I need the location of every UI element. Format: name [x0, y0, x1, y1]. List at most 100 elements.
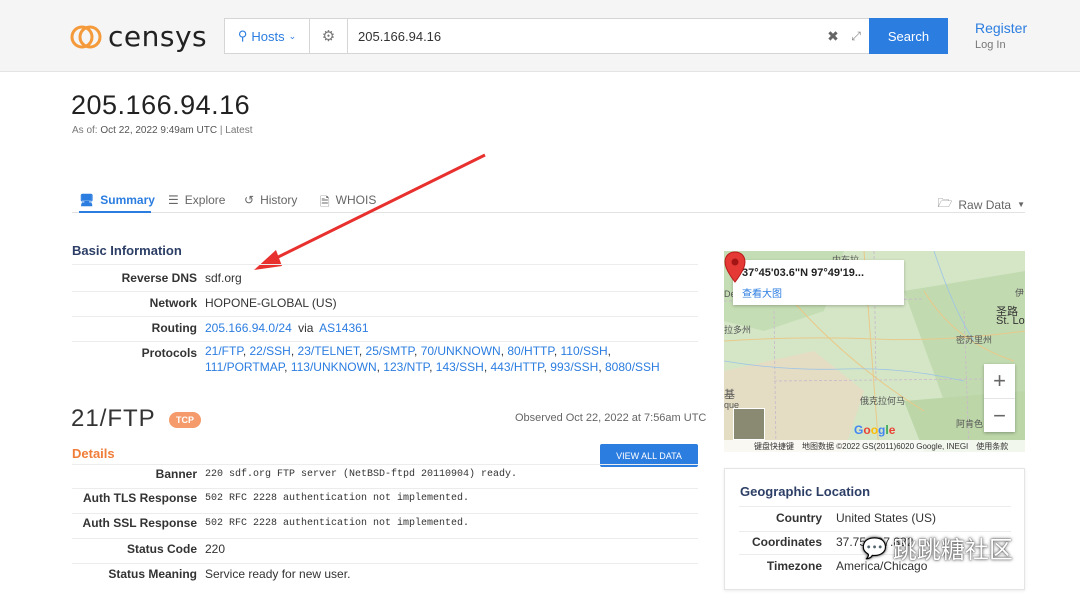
basic-info-title: Basic Information	[72, 243, 182, 258]
tab-summary-label: Summary	[100, 193, 155, 207]
terms-link[interactable]: 使用条款	[976, 441, 1008, 452]
host-tabs: 🖥 Summary ☰ Explore ↺ History 🗎 WHOIS 🗁 …	[72, 186, 1025, 213]
routing-row: Routing 205.166.94.0/24 via AS14361	[72, 316, 698, 341]
map-zoom-control: + −	[984, 364, 1015, 432]
wechat-icon: 💬	[862, 535, 887, 560]
register-link[interactable]: Register	[975, 20, 1027, 36]
tab-explore[interactable]: ☰ Explore	[168, 186, 225, 213]
protocol-link[interactable]: 8080/SSH	[605, 360, 660, 374]
routing-label: Routing	[151, 321, 197, 335]
protocol-link[interactable]: 123/NTP	[383, 360, 429, 374]
protocol-link[interactable]: 80/HTTP	[507, 344, 553, 358]
as-of-date: Oct 22, 2022 9:49am UTC	[100, 125, 218, 136]
as-of-prefix: As of:	[72, 125, 98, 136]
search-icon: ⚲	[237, 28, 248, 43]
page-title: 205.166.94.16	[71, 90, 251, 120]
folder-icon: 🗁	[937, 196, 953, 210]
search-button[interactable]: Search	[869, 18, 948, 54]
map-label: St. Lo	[996, 315, 1025, 327]
routing-value: 205.166.94.0/24 via AS14361	[205, 321, 369, 335]
censys-logo[interactable]: censys	[70, 20, 207, 53]
google-logo: Google	[854, 423, 896, 437]
network-row: Network HOPONE-GLOBAL (US)	[72, 291, 698, 316]
country-row: Country United States (US)	[739, 506, 1011, 531]
status-meaning-value: Service ready for new user.	[205, 567, 351, 581]
auth-ssl-row: Auth SSL Response 502 RFC 2228 authentic…	[72, 513, 698, 538]
coordinates-label: Coordinates	[751, 535, 822, 549]
zoom-out-button[interactable]: −	[984, 398, 1015, 432]
raw-data-label: Raw Data	[958, 197, 1012, 212]
status-code-row: Status Code 220	[72, 538, 698, 563]
country-value: United States (US)	[836, 511, 937, 525]
banner-value: 220 sdf.org FTP server (NetBSD-ftpd 2011…	[205, 469, 518, 480]
service-title: 21/FTP	[71, 405, 156, 432]
details-title: Details	[72, 446, 115, 461]
binoculars-icon: ☰	[168, 193, 179, 207]
caret-down-icon: ▼	[1017, 200, 1025, 209]
geo-title: Geographic Location	[740, 484, 871, 499]
censys-logo-icon	[70, 25, 102, 48]
top-header: censys ⚲ Hosts ⌄ ⚙ ✖ ⤢ Search Register L…	[0, 0, 1080, 72]
protocols-label: Protocols	[141, 346, 197, 360]
geo-location-card: Geographic Location Country United State…	[724, 468, 1025, 590]
search-type-label: Hosts	[251, 28, 285, 44]
keyboard-shortcuts-link[interactable]: 键盘快捷键	[754, 441, 794, 452]
view-larger-map-link[interactable]: 查看大图	[742, 285, 782, 300]
search-type-select[interactable]: ⚲ Hosts ⌄	[225, 19, 310, 53]
protocol-link[interactable]: 111/PORTMAP	[205, 360, 284, 374]
map-label: 拉多州	[724, 325, 752, 335]
map-footer: 键盘快捷键 地图数据 ©2022 GS(2011)6020 Google, IN…	[724, 440, 1025, 452]
close-icon[interactable]: ✖	[823, 19, 843, 53]
zoom-in-button[interactable]: +	[984, 364, 1015, 398]
map-pin-icon	[724, 251, 746, 283]
protocol-link[interactable]: 143/SSH	[436, 360, 484, 374]
annotation-arrow	[254, 153, 486, 270]
satellite-toggle[interactable]	[733, 408, 765, 440]
routing-prefix-link[interactable]: 205.166.94.0/24	[205, 321, 292, 335]
observed-time: Observed Oct 22, 2022 at 7:56am UTC	[515, 412, 707, 424]
tab-summary[interactable]: 🖥 Summary	[79, 186, 155, 213]
protocol-link[interactable]: 993/SSH	[550, 360, 598, 374]
protocol-link[interactable]: 110/SSH	[561, 344, 608, 358]
reverse-dns-value: sdf.org	[205, 271, 242, 285]
routing-as-link[interactable]: AS14361	[319, 321, 368, 335]
timezone-label: Timezone	[766, 559, 822, 573]
as-of-suffix: | Latest	[219, 125, 253, 136]
status-code-label: Status Code	[126, 542, 197, 556]
network-label: Network	[149, 296, 197, 310]
logo-text: censys	[108, 20, 208, 53]
network-link[interactable]: HOPONE-GLOBAL (US)	[205, 296, 337, 310]
protocol-link[interactable]: 22/SSH	[249, 344, 290, 358]
chevron-down-icon: ⌄	[288, 30, 297, 41]
auth-tls-value: 502 RFC 2228 authentication not implemen…	[205, 493, 470, 504]
map-label: 俄克拉何马	[860, 396, 906, 406]
map-coordinates: 37°45'03.6"N 97°49'19...	[742, 267, 864, 279]
search-bar: ⚲ Hosts ⌄ ⚙ ✖ ⤢ Search	[224, 18, 948, 54]
status-code-value: 220	[205, 542, 226, 556]
gear-icon[interactable]: ⚙	[310, 19, 348, 53]
map-data-attribution: 地图数据 ©2022 GS(2011)6020 Google, INEGI	[802, 441, 969, 451]
watermark-text: 跳跳糖社区	[892, 536, 1013, 564]
banner-row: Banner 220 sdf.org FTP server (NetBSD-ft…	[72, 464, 698, 481]
expand-icon[interactable]: ⤢	[843, 19, 869, 53]
map-info-card: 37°45'03.6"N 97°49'19... 查看大图	[733, 260, 904, 305]
auth-ssl-value: 502 RFC 2228 authentication not implemen…	[205, 518, 470, 529]
protocol-link[interactable]: 113/UNKNOWN	[291, 360, 377, 374]
monitor-icon: 🖥	[79, 193, 95, 207]
location-map[interactable]: 内布拉 伊 De 圣路 St. Lo 拉多州 密苏里州 基 que 俄克拉何马 …	[724, 251, 1025, 452]
raw-data-dropdown[interactable]: 🗁 Raw Data ▼	[938, 194, 1026, 215]
protocol-link[interactable]: 25/SMTP	[366, 344, 414, 358]
transport-badge: TCP	[169, 412, 201, 428]
status-meaning-label: Status Meaning	[108, 567, 197, 581]
search-input[interactable]	[348, 19, 823, 53]
protocol-link[interactable]: 21/FTP	[205, 344, 243, 358]
as-of-line: As of: Oct 22, 2022 9:49am UTC | Latest	[72, 125, 253, 136]
map-label: 伊	[1015, 288, 1025, 298]
map-label: 密苏里州	[956, 335, 993, 345]
protocol-link[interactable]: 23/TELNET	[298, 344, 359, 358]
auth-tls-label: Auth TLS Response	[82, 491, 197, 505]
login-link[interactable]: Log In	[975, 39, 1006, 51]
protocol-link[interactable]: 70/UNKNOWN	[421, 344, 501, 358]
status-meaning-row: Status Meaning Service ready for new use…	[72, 563, 698, 588]
protocol-link[interactable]: 443/HTTP	[490, 360, 543, 374]
